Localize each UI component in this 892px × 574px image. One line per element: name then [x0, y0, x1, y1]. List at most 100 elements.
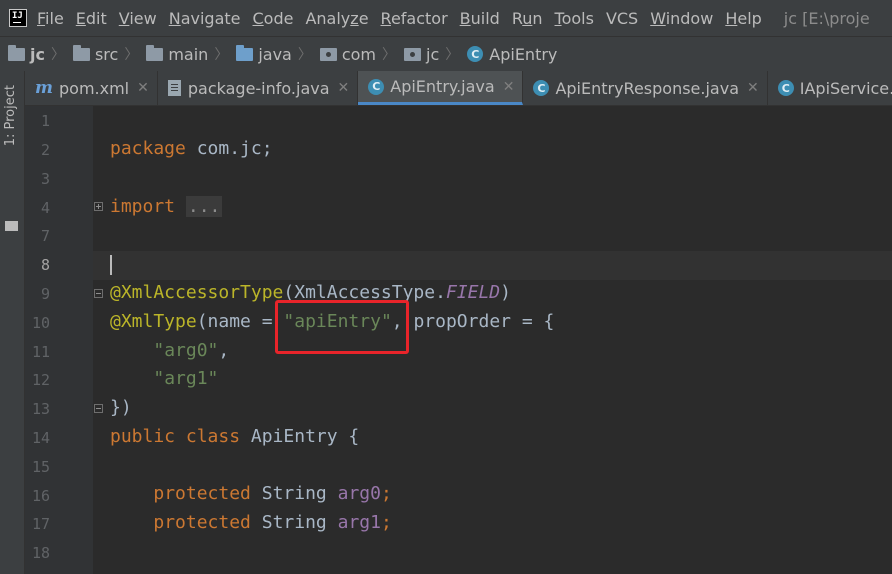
line-number: 9 [40, 285, 50, 303]
keyword: package [110, 138, 186, 159]
annotation: @XmlAccessorType [110, 282, 284, 303]
line-number: 1 [40, 112, 50, 130]
menu-tools[interactable]: Tools [555, 9, 594, 28]
chevron-right-icon: 〉 [214, 47, 229, 63]
keyword: public class [110, 426, 241, 447]
code-text: ) [500, 282, 511, 303]
breadcrumb: jc 〉 src 〉 main 〉 java 〉 com 〉 jc 〉 C Ap… [0, 36, 892, 71]
project-folder-icon [5, 221, 18, 231]
package-name: com.jc; [185, 138, 273, 159]
maven-icon: m [35, 78, 53, 98]
tool-window-strip: 1: Project [0, 71, 25, 574]
breadcrumb-label: main [168, 44, 209, 64]
menu-edit[interactable]: Edit [76, 9, 107, 28]
chevron-right-icon: 〉 [445, 47, 460, 63]
red-highlight-annotation [275, 300, 409, 354]
class-icon: C [368, 78, 385, 95]
code-line-16: protected String arg0; [110, 483, 392, 505]
tab-iapiservice[interactable]: C IApiService.java ✕ [768, 71, 892, 105]
tab-label: package-info.java [187, 78, 330, 98]
tab-apientryresponse[interactable]: C ApiEntryResponse.java ✕ [523, 71, 768, 105]
menu-help[interactable]: Help [725, 9, 761, 28]
menu-navigate[interactable]: Navigate [169, 9, 241, 28]
line-number: 2 [40, 141, 50, 159]
breadcrumb-apientry[interactable]: C ApiEntry [459, 45, 557, 64]
line-number: 18 [31, 544, 50, 562]
breadcrumb-java[interactable]: java 〉 [228, 44, 312, 64]
breadcrumb-label: ApiEntry [489, 44, 558, 64]
breadcrumb-label: java [258, 44, 292, 64]
code-line-11: "arg0", [110, 340, 229, 362]
code-line-14: public class ApiEntry { [110, 426, 359, 448]
breadcrumb-jc[interactable]: jc 〉 [396, 44, 459, 64]
line-number: 16 [31, 487, 50, 505]
close-icon[interactable]: ✕ [747, 80, 759, 96]
breadcrumb-project[interactable]: jc 〉 [0, 44, 65, 64]
editor-tabs: m pom.xml ✕ package-info.java ✕ C ApiEnt… [25, 71, 892, 106]
menu-analyze[interactable]: Analyze [305, 9, 368, 28]
folder-icon [72, 44, 90, 61]
menu-build[interactable]: Build [460, 9, 500, 28]
editor-gutter: 1 2 3 4 7 8 9 10 11 12 13 14 15 16 17 18 [25, 106, 103, 574]
line-number: 13 [31, 400, 50, 418]
window-title: jc [E:\proje [783, 8, 870, 28]
string-literal: "arg0" [153, 340, 219, 361]
menu-view[interactable]: View [119, 9, 157, 28]
code-text: , [218, 340, 230, 361]
class-declaration: ApiEntry { [240, 426, 360, 447]
package-icon [404, 47, 422, 61]
menu-vcs[interactable]: VCS [606, 9, 638, 28]
line-number: 3 [40, 170, 50, 188]
menu-file[interactable]: File [37, 9, 64, 28]
chevron-right-icon: 〉 [382, 47, 397, 63]
menu-run[interactable]: Run [512, 9, 543, 28]
line-number: 4 [40, 199, 50, 217]
close-icon[interactable]: ✕ [503, 79, 515, 95]
menu-refactor[interactable]: Refactor [381, 9, 448, 28]
breadcrumb-main[interactable]: main 〉 [138, 44, 228, 64]
enum-constant: FIELD [445, 282, 501, 303]
semicolon: ; [380, 483, 392, 504]
tab-label: pom.xml [59, 78, 130, 98]
line-number: 10 [31, 314, 50, 332]
field-name: arg0 [337, 483, 381, 504]
tab-apientry[interactable]: C ApiEntry.java ✕ [358, 71, 524, 105]
file-icon [167, 80, 181, 96]
tab-pom-xml[interactable]: m pom.xml ✕ [25, 71, 158, 105]
menu-code[interactable]: Code [253, 9, 294, 28]
code-line-4: import ... [110, 196, 223, 218]
code-line-2: package com.jc; [110, 138, 273, 160]
tab-label: ApiEntry.java [390, 77, 495, 96]
line-number: 14 [31, 429, 50, 447]
code-line-17: protected String arg1; [110, 512, 391, 534]
code-editor[interactable]: package com.jc; import ... @XmlAccessorT… [93, 106, 892, 574]
tab-label: IApiService.java [799, 78, 892, 98]
class-icon: C [467, 46, 484, 62]
line-number: 12 [31, 371, 50, 389]
close-icon[interactable]: ✕ [338, 80, 350, 96]
breadcrumb-src[interactable]: src 〉 [65, 44, 138, 64]
folded-imports[interactable]: ... [185, 196, 223, 217]
current-line-highlight [93, 251, 892, 280]
class-icon: C [533, 80, 550, 96]
code-line-12: "arg1" [110, 368, 218, 390]
breadcrumb-label: com [341, 44, 377, 64]
keyword: protected [153, 483, 251, 504]
project-tool-button[interactable]: 1: Project [3, 85, 18, 146]
type-name: String [250, 483, 338, 504]
type-name: String [250, 512, 338, 533]
intellij-logo-icon[interactable]: IJ [9, 9, 27, 27]
close-icon[interactable]: ✕ [137, 80, 149, 96]
breadcrumb-com[interactable]: com 〉 [312, 44, 396, 64]
tab-label: ApiEntryResponse.java [555, 78, 740, 98]
code-text: , propOrder = { [391, 311, 555, 332]
tab-package-info[interactable]: package-info.java ✕ [158, 71, 359, 105]
menu-window[interactable]: Window [650, 9, 713, 28]
package-icon [319, 47, 337, 61]
class-icon: C [777, 80, 794, 96]
keyword: protected [153, 512, 251, 533]
chevron-right-icon: 〉 [50, 47, 65, 63]
source-folder-icon [236, 44, 254, 61]
folder-icon [146, 44, 164, 61]
breadcrumb-label: jc [426, 44, 440, 64]
